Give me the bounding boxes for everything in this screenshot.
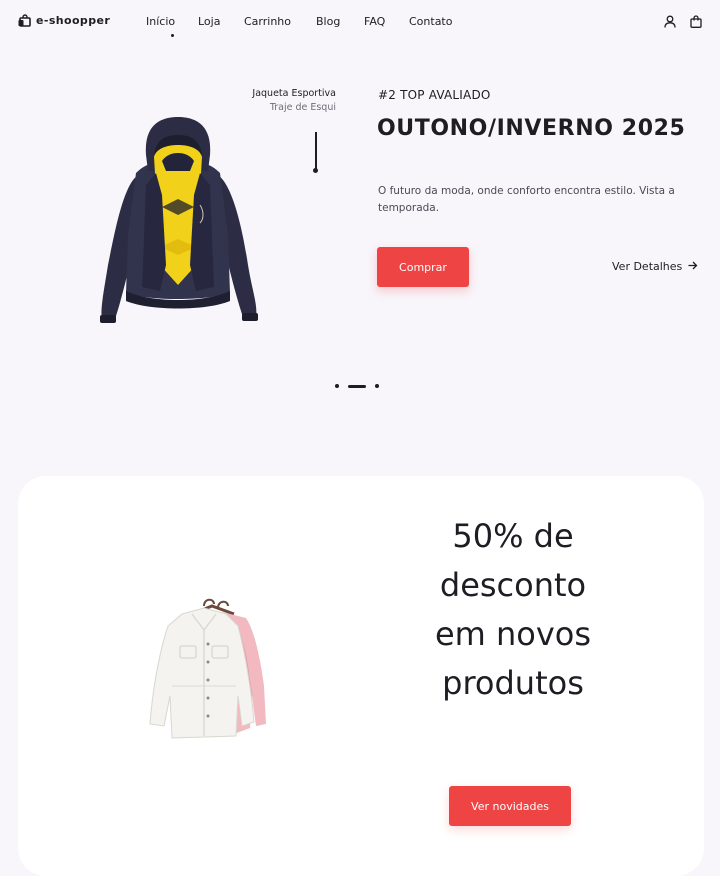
product-subtitle: Traje de Esqui xyxy=(269,102,336,113)
hero-slider: Jaqueta Esportiva Traje de Esqui #2 TOP … xyxy=(0,42,720,422)
nav-item-faq[interactable]: FAQ xyxy=(364,15,409,28)
nav-item-loja[interactable]: Loja xyxy=(198,15,244,28)
logo-text: e-shoopper xyxy=(36,14,111,27)
view-details-label: Ver Detalhes xyxy=(612,260,683,273)
product-name: Jaqueta Esportiva xyxy=(252,88,336,99)
main-nav: Início Loja Carrinho Blog FAQ Contato xyxy=(146,15,452,37)
slider-dot-3[interactable] xyxy=(375,384,379,388)
promo-title: 50% de desconto em novos produtos xyxy=(434,517,592,702)
annotation-pin-dot xyxy=(313,168,318,173)
arrow-right-icon xyxy=(688,260,698,273)
buy-button[interactable]: Comprar xyxy=(377,247,469,287)
slider-dot-1[interactable] xyxy=(335,384,339,388)
hero-title: OUTONO/INVERNO 2025 xyxy=(377,116,686,141)
denim-jackets-image xyxy=(142,596,282,746)
site-header: e-shoopper Início Loja Carrinho Blog FAQ… xyxy=(0,0,720,42)
hero-description: O futuro da moda, onde conforto encontra… xyxy=(378,185,675,214)
ski-jacket-image xyxy=(96,115,260,325)
header-actions xyxy=(664,13,702,32)
bag-logo-icon xyxy=(18,14,31,27)
nav-item-contato[interactable]: Contato xyxy=(409,15,452,28)
nav-item-inicio[interactable]: Início xyxy=(146,15,198,37)
promo-card: 50% de desconto em novos produtos Ver no… xyxy=(18,476,704,876)
cart-bag-icon[interactable] xyxy=(690,13,702,32)
slider-dot-2[interactable] xyxy=(348,384,366,388)
slider-dots xyxy=(335,384,379,388)
annotation-pin-line xyxy=(315,132,317,170)
see-new-products-button[interactable]: Ver novidades xyxy=(449,786,571,826)
nav-item-carrinho[interactable]: Carrinho xyxy=(244,15,316,28)
view-details-link[interactable]: Ver Detalhes xyxy=(612,260,698,273)
rating-eyebrow: #2 TOP AVALIADO xyxy=(378,88,491,102)
user-icon[interactable] xyxy=(664,13,676,32)
logo[interactable]: e-shoopper xyxy=(18,14,110,27)
nav-item-blog[interactable]: Blog xyxy=(316,15,364,28)
